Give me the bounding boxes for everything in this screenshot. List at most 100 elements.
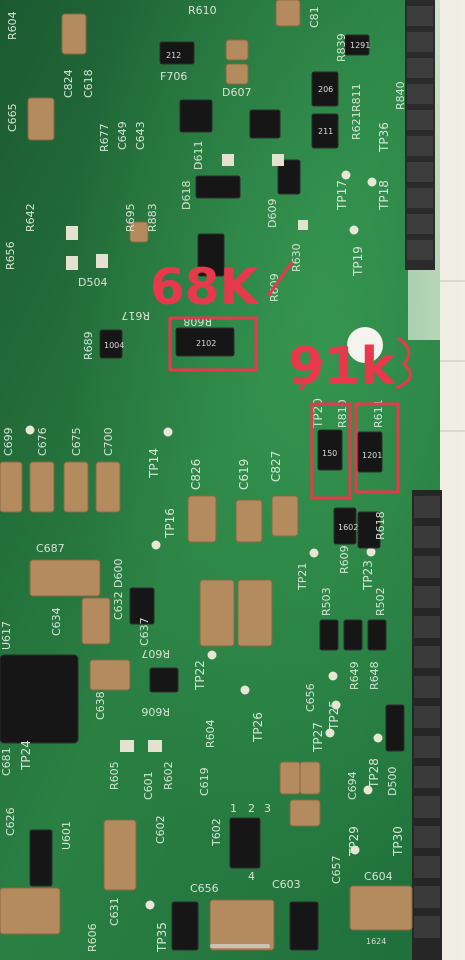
silk-label: C656 — [190, 882, 219, 895]
component-marking: 211 — [318, 127, 333, 136]
silk-label: TP21 — [296, 563, 309, 591]
silk-label: TP24 — [19, 740, 33, 771]
silk-label: TP36 — [377, 122, 391, 153]
silk-label: C700 — [102, 427, 115, 456]
silk-label: C619 — [237, 459, 251, 490]
silk-label: C826 — [189, 459, 203, 490]
silk-label: C827 — [269, 451, 283, 482]
silk-label: C676 — [36, 427, 49, 456]
silk-label: R840 — [394, 81, 407, 110]
silk-label: R606 — [86, 923, 99, 952]
silk-label: R689 — [82, 331, 95, 360]
silk-label: C626 — [4, 807, 17, 836]
silk-label: C634 — [50, 607, 63, 636]
component-marking: 1602 — [338, 523, 358, 532]
silk-label: C618 — [82, 69, 95, 98]
silk-label: R656 — [4, 241, 17, 270]
silk-label: R607 — [141, 647, 170, 660]
silk-label: TP14 — [147, 448, 161, 479]
silk-label: TP28 — [367, 758, 381, 789]
silk-label: D607 — [222, 86, 251, 99]
silk-label: TP17 — [335, 180, 349, 211]
silk-label: C665 — [6, 103, 19, 132]
silk-label: D618 — [180, 181, 193, 210]
silk-label: U617 — [0, 621, 13, 650]
silk-label: T602 — [210, 818, 223, 847]
silk-label: R606 — [141, 705, 170, 718]
silk-label: R502 — [374, 587, 387, 616]
silk-label: R883 — [146, 203, 159, 232]
silk-label: TP22 — [193, 660, 207, 691]
silk-label: C687 — [36, 542, 65, 555]
home-indicator — [210, 944, 270, 948]
silk-label: R649 — [348, 661, 361, 690]
silk-label: C681 — [0, 747, 13, 776]
silk-label: C631 — [108, 897, 121, 926]
silk-label: C603 — [272, 878, 301, 891]
silk-label: TP16 — [163, 508, 177, 539]
silk-label: C604 — [364, 870, 393, 883]
silk-label: R648 — [368, 661, 381, 690]
silk-label: 1 — [230, 802, 237, 815]
silk-label: F706 — [160, 70, 187, 83]
component-marking: 206 — [318, 85, 333, 94]
silk-label: TP30 — [391, 826, 405, 857]
silk-label: D611 — [192, 141, 205, 170]
component-marking: 1004 — [104, 341, 124, 350]
component-marking: 1291 — [350, 41, 370, 50]
silk-label: 4 — [248, 870, 255, 883]
silk-label: R630 — [290, 243, 303, 272]
component-marking: 1201 — [362, 451, 382, 460]
silk-label: D609 — [266, 199, 279, 228]
silk-label: C638 — [94, 691, 107, 720]
silk-label: C643 — [134, 121, 147, 150]
silk-label: R604 — [6, 11, 19, 40]
silk-label: R609 — [338, 545, 351, 574]
silk-label: C656 — [304, 683, 317, 712]
silk-label: C694 — [346, 771, 359, 800]
silk-label: R839 — [335, 33, 348, 62]
silk-label: R618 — [374, 511, 387, 540]
silk-label: R811 — [350, 83, 363, 112]
component-marking: 212 — [166, 51, 181, 60]
silk-label: TP26 — [251, 712, 265, 743]
silk-label: C824 — [62, 69, 75, 98]
silk-label: C81 — [308, 6, 321, 28]
silk-label: 3 — [264, 802, 271, 815]
silk-label: R621 — [350, 111, 363, 140]
silk-label: C657 — [330, 855, 343, 884]
silk-label: C699 — [2, 427, 15, 456]
silk-label: TP23 — [361, 560, 375, 591]
silk-label: R642 — [24, 203, 37, 232]
silk-label: R617 — [121, 309, 150, 322]
silk-label: C632 — [112, 591, 125, 620]
silk-label: R677 — [98, 123, 111, 152]
silk-label: 2 — [248, 802, 255, 815]
silk-label: R602 — [162, 761, 175, 790]
silk-label: TP19 — [351, 246, 365, 277]
silk-label: TP25 — [327, 700, 341, 731]
silk-label: C637 — [138, 617, 151, 646]
silk-label: R503 — [320, 587, 333, 616]
bottom-right-connector — [412, 490, 442, 960]
silk-label: C601 — [142, 771, 155, 800]
silk-label: D500 — [386, 767, 399, 796]
silk-label: R604 — [204, 719, 217, 748]
pcb-photo-canvas: R604 R610 C81 R839 R811 R840 C665 C824 C… — [0, 0, 465, 960]
component-marking: 2102 — [196, 339, 216, 348]
silk-label: R695 — [124, 203, 137, 232]
silk-label: TP18 — [377, 180, 391, 211]
silk-label: TP27 — [311, 722, 325, 753]
silk-label: C602 — [154, 815, 167, 844]
annotation-91k: 91k — [288, 337, 396, 397]
silk-label: C619 — [198, 767, 211, 796]
silk-label: D600 — [112, 559, 125, 588]
silk-label: U601 — [60, 821, 73, 850]
silk-label: TP29 — [347, 826, 361, 857]
annotation-68k: 68K — [150, 258, 261, 316]
silk-label: R610 — [188, 4, 217, 17]
silk-label: C649 — [116, 121, 129, 150]
component-marking: 150 — [322, 449, 337, 458]
top-right-connector — [405, 0, 435, 270]
silk-label: TP35 — [155, 922, 169, 953]
